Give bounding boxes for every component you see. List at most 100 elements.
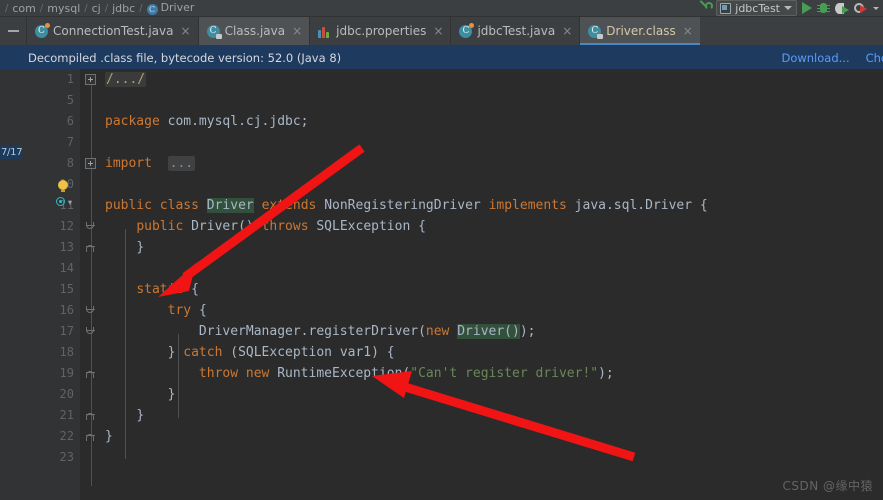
code-line[interactable]: /.../	[105, 69, 883, 90]
register-driver-call: DriverManager.registerDriver(	[198, 324, 426, 339]
code-line[interactable]: throw new RuntimeException("Can't regist…	[105, 363, 883, 384]
code-line[interactable]: }	[105, 237, 883, 258]
decompiled-notification-banner: Decompiled .class file, bytecode version…	[0, 45, 883, 71]
tab-label: jdbc.properties	[336, 24, 427, 38]
code-line[interactable]: public class Driver extends NonRegisteri…	[105, 195, 883, 216]
keyword-throw: throw	[198, 366, 239, 381]
top-toolbar-strip: / com / mysql / cj / jdbc / C Driver jdbc…	[0, 0, 883, 17]
implemented-method-marker-icon[interactable]	[56, 197, 67, 208]
folded-comment[interactable]: /.../	[105, 72, 147, 87]
code-line[interactable]: package com.mysql.cj.jdbc;	[105, 111, 883, 132]
tab-jdbc-properties[interactable]: jdbc.properties ×	[309, 17, 450, 45]
toolbar-actions: jdbcTest	[697, 0, 883, 16]
tab-driver-class[interactable]: Driver.class ×	[579, 17, 700, 45]
breadcrumb-item-com[interactable]: com	[9, 2, 39, 15]
line-number: 10	[22, 174, 80, 195]
line-number: 18	[59, 345, 74, 359]
editor-tab-bar: ConnectionTest.java × Class.java × jdbc.…	[0, 17, 883, 45]
close-icon[interactable]: ×	[683, 25, 693, 37]
statement-end: );	[519, 324, 536, 339]
tab-class-java[interactable]: Class.java ×	[197, 17, 310, 45]
close-icon[interactable]: ×	[562, 25, 572, 37]
exception-message-string: "Can't register driver!"	[410, 366, 599, 381]
keyword-try: try	[167, 303, 192, 318]
brace: }	[105, 429, 113, 444]
run-config-label: jdbcTest	[735, 1, 780, 15]
keyword-class: class	[159, 198, 199, 213]
keyword-implements: implements	[488, 198, 567, 213]
code-line[interactable]	[105, 447, 883, 468]
tab-label: Driver.class	[606, 24, 676, 38]
exception-type: SQLException	[316, 219, 411, 234]
properties-file-icon	[318, 25, 331, 38]
fold-collapse-arrow	[86, 242, 95, 253]
change-marker-badge[interactable]: 7/17	[0, 146, 25, 159]
fold-collapse-arrow	[86, 305, 95, 316]
marker-arrow-icon	[68, 201, 72, 205]
fold-collapse-arrow	[86, 410, 95, 421]
tab-jdbctest-java[interactable]: jdbcTest.java ×	[450, 17, 579, 45]
line-number: 14	[59, 261, 74, 275]
code-line[interactable]	[105, 258, 883, 279]
java-file-icon	[35, 22, 50, 38]
code-line[interactable]	[105, 174, 883, 195]
intention-bulb-icon[interactable]	[58, 180, 68, 192]
code-line[interactable]: } catch (SQLException var1) {	[105, 342, 883, 363]
line-number: 7	[66, 135, 74, 149]
code-line[interactable]: }	[105, 405, 883, 426]
download-sources-link[interactable]: Download...	[781, 51, 849, 65]
code-line[interactable]: import ...	[105, 153, 883, 174]
profile-icon[interactable]	[854, 2, 868, 15]
breadcrumb-item-mysql[interactable]: mysql	[44, 2, 83, 15]
choose-sources-link[interactable]: Choos	[866, 51, 883, 65]
code-line[interactable]: public Driver() throws SQLException {	[105, 216, 883, 237]
close-icon[interactable]: ×	[433, 25, 443, 37]
java-file-icon	[459, 22, 475, 38]
compiled-class-icon	[588, 24, 604, 39]
keyword-new: new	[245, 366, 270, 381]
editor-pane: 7/17 1 5 6 7 8 10 11 12 13 14 15 16 17 1…	[0, 69, 883, 500]
interface-name: java.sql.Driver	[574, 198, 693, 213]
line-number: 17	[59, 324, 74, 338]
run-configuration-selector[interactable]: jdbcTest	[716, 0, 797, 16]
folded-imports[interactable]: ...	[167, 156, 196, 171]
code-line[interactable]: }	[105, 384, 883, 405]
constructor-signature: Driver()	[191, 219, 254, 234]
code-line[interactable]: try {	[105, 300, 883, 321]
fold-expand-box[interactable]	[85, 74, 96, 85]
breadcrumb-item-jdbc[interactable]: jdbc	[109, 2, 138, 15]
editor-left-marker-bar: 7/17	[0, 69, 25, 500]
close-icon[interactable]: ×	[292, 25, 302, 37]
debug-icon[interactable]	[817, 2, 830, 15]
class-name: Driver	[206, 198, 254, 213]
code-content[interactable]: /.../ package com.mysql.cj.jdbc; import …	[80, 69, 883, 500]
collapse-all-button[interactable]	[0, 17, 26, 45]
keyword-package: package	[105, 114, 160, 129]
code-line[interactable]	[105, 90, 883, 111]
code-line[interactable]: }	[105, 426, 883, 447]
wrench-icon[interactable]	[697, 1, 714, 15]
fold-collapse-arrow	[86, 368, 95, 379]
line-number: 16	[59, 303, 74, 317]
superclass-name: NonRegisteringDriver	[324, 198, 481, 213]
breadcrumb-item-cj[interactable]: cj	[89, 2, 104, 15]
brace: {	[191, 282, 199, 297]
minus-icon	[7, 30, 19, 32]
line-number: 6	[66, 114, 74, 128]
watermark: CSDN @缘中猿	[782, 479, 873, 493]
code-line[interactable]: DriverManager.registerDriver(new Driver(…	[105, 321, 883, 342]
brace: }	[136, 408, 145, 423]
close-icon[interactable]: ×	[181, 25, 191, 37]
line-number: 20	[59, 387, 74, 401]
line-number: 15	[59, 282, 74, 296]
run-with-coverage-icon[interactable]	[835, 2, 849, 15]
fold-expand-box[interactable]	[85, 158, 96, 169]
code-folding-column	[80, 69, 102, 500]
breadcrumb-item-driver[interactable]: C Driver	[144, 1, 198, 15]
code-line[interactable]	[105, 132, 883, 153]
tab-connectiontest-java[interactable]: ConnectionTest.java ×	[26, 17, 198, 45]
keyword-public: public	[105, 198, 152, 213]
chevron-down-icon[interactable]	[873, 6, 879, 10]
run-icon[interactable]	[802, 2, 812, 14]
code-line[interactable]: static {	[105, 279, 883, 300]
